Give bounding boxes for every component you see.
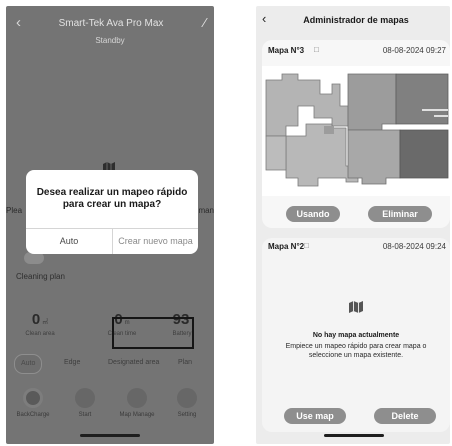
device-title: Smart-Tek Ava Pro Max xyxy=(58,18,164,29)
page-title: Administrador de mapas xyxy=(303,15,409,25)
no-map-description: Empiece un mapeo rápido para crear mapa … xyxy=(285,343,427,359)
use-map-button[interactable]: Use map xyxy=(284,408,346,424)
edit-name-icon[interactable]: □ xyxy=(304,241,309,250)
stat-value: 0 xyxy=(31,311,41,328)
nav-label: Map Manage xyxy=(119,412,155,418)
map-date: 08-08-2024 09:24 xyxy=(382,242,446,251)
nav-label: Setting xyxy=(177,412,197,418)
quick-map-dialog: Desea realizar un mapeo rápido para crea… xyxy=(26,170,198,254)
nav-label: BackCharge xyxy=(16,412,50,418)
home-indicator[interactable] xyxy=(324,434,384,437)
no-map-title: No hay mapa actualmente xyxy=(312,332,400,339)
delete-map-button[interactable]: Eliminar xyxy=(368,206,432,222)
map-name: Mapa N°2 xyxy=(268,242,305,251)
left-phone-screen: ‹ Smart-Tek Ava Pro Max ∕ Standby Plea m… xyxy=(6,6,214,444)
annotation-highlight-box xyxy=(112,317,194,349)
partial-text-right: man xyxy=(198,206,214,215)
nav-map-manage[interactable]: Map Manage xyxy=(112,388,162,418)
map-card-2[interactable]: Mapa N°2 □ 08-08-2024 09:24 No hay mapa … xyxy=(262,238,450,432)
map-manage-icon xyxy=(127,388,147,408)
right-phone-screen: ‹ Administrador de mapas Mapa N°3 □ 08-0… xyxy=(256,6,450,444)
floor-map-preview xyxy=(262,66,450,196)
back-chevron-icon[interactable]: ‹ xyxy=(262,12,266,26)
map-name: Mapa N°3 xyxy=(268,46,305,55)
start-icon xyxy=(75,388,95,408)
map-icon xyxy=(349,301,363,313)
stat-label: Clean area xyxy=(25,331,55,337)
mode-row: Auto Edge Designated area Plan xyxy=(6,354,214,374)
cleaning-plan-label[interactable]: Cleaning plan xyxy=(16,272,65,281)
nav-start[interactable]: Start xyxy=(60,388,110,418)
edit-name-icon[interactable]: □ xyxy=(314,45,319,54)
mode-plan[interactable]: Plan xyxy=(178,354,192,372)
mode-auto[interactable]: Auto xyxy=(14,354,43,374)
mode-edge[interactable]: Edge xyxy=(64,354,80,372)
backcharge-icon xyxy=(23,388,43,408)
stat-unit: ㎡ xyxy=(42,320,49,326)
mode-designated-area[interactable]: Designated area xyxy=(108,354,159,372)
using-map-button[interactable]: Usando xyxy=(286,206,340,222)
nav-label: Start xyxy=(78,412,92,418)
nav-setting[interactable]: Setting xyxy=(162,388,212,418)
home-indicator[interactable] xyxy=(80,434,140,437)
partial-text-left: Plea xyxy=(6,206,23,215)
edit-pencil-icon[interactable]: ∕ xyxy=(204,15,206,30)
dialog-auto-button[interactable]: Auto xyxy=(26,229,112,254)
back-chevron-icon[interactable]: ‹ xyxy=(16,15,21,30)
map-date: 08-08-2024 09:27 xyxy=(382,46,446,55)
device-status: Standby xyxy=(95,36,125,45)
delete-map-button[interactable]: Delete xyxy=(374,408,436,424)
bottom-nav: BackCharge Start Map Manage Setting xyxy=(6,388,214,428)
dialog-message: Desea realizar un mapeo rápido para crea… xyxy=(36,187,188,210)
dialog-create-map-button[interactable]: Crear nuevo mapa xyxy=(113,229,198,254)
nav-backcharge[interactable]: BackCharge xyxy=(8,388,58,418)
stat-clean-area: 0 ㎡ Clean area xyxy=(20,311,60,337)
map-card-3[interactable]: Mapa N°3 □ 08-08-2024 09:27 Usando Elimi… xyxy=(262,40,450,228)
setting-icon xyxy=(177,388,197,408)
